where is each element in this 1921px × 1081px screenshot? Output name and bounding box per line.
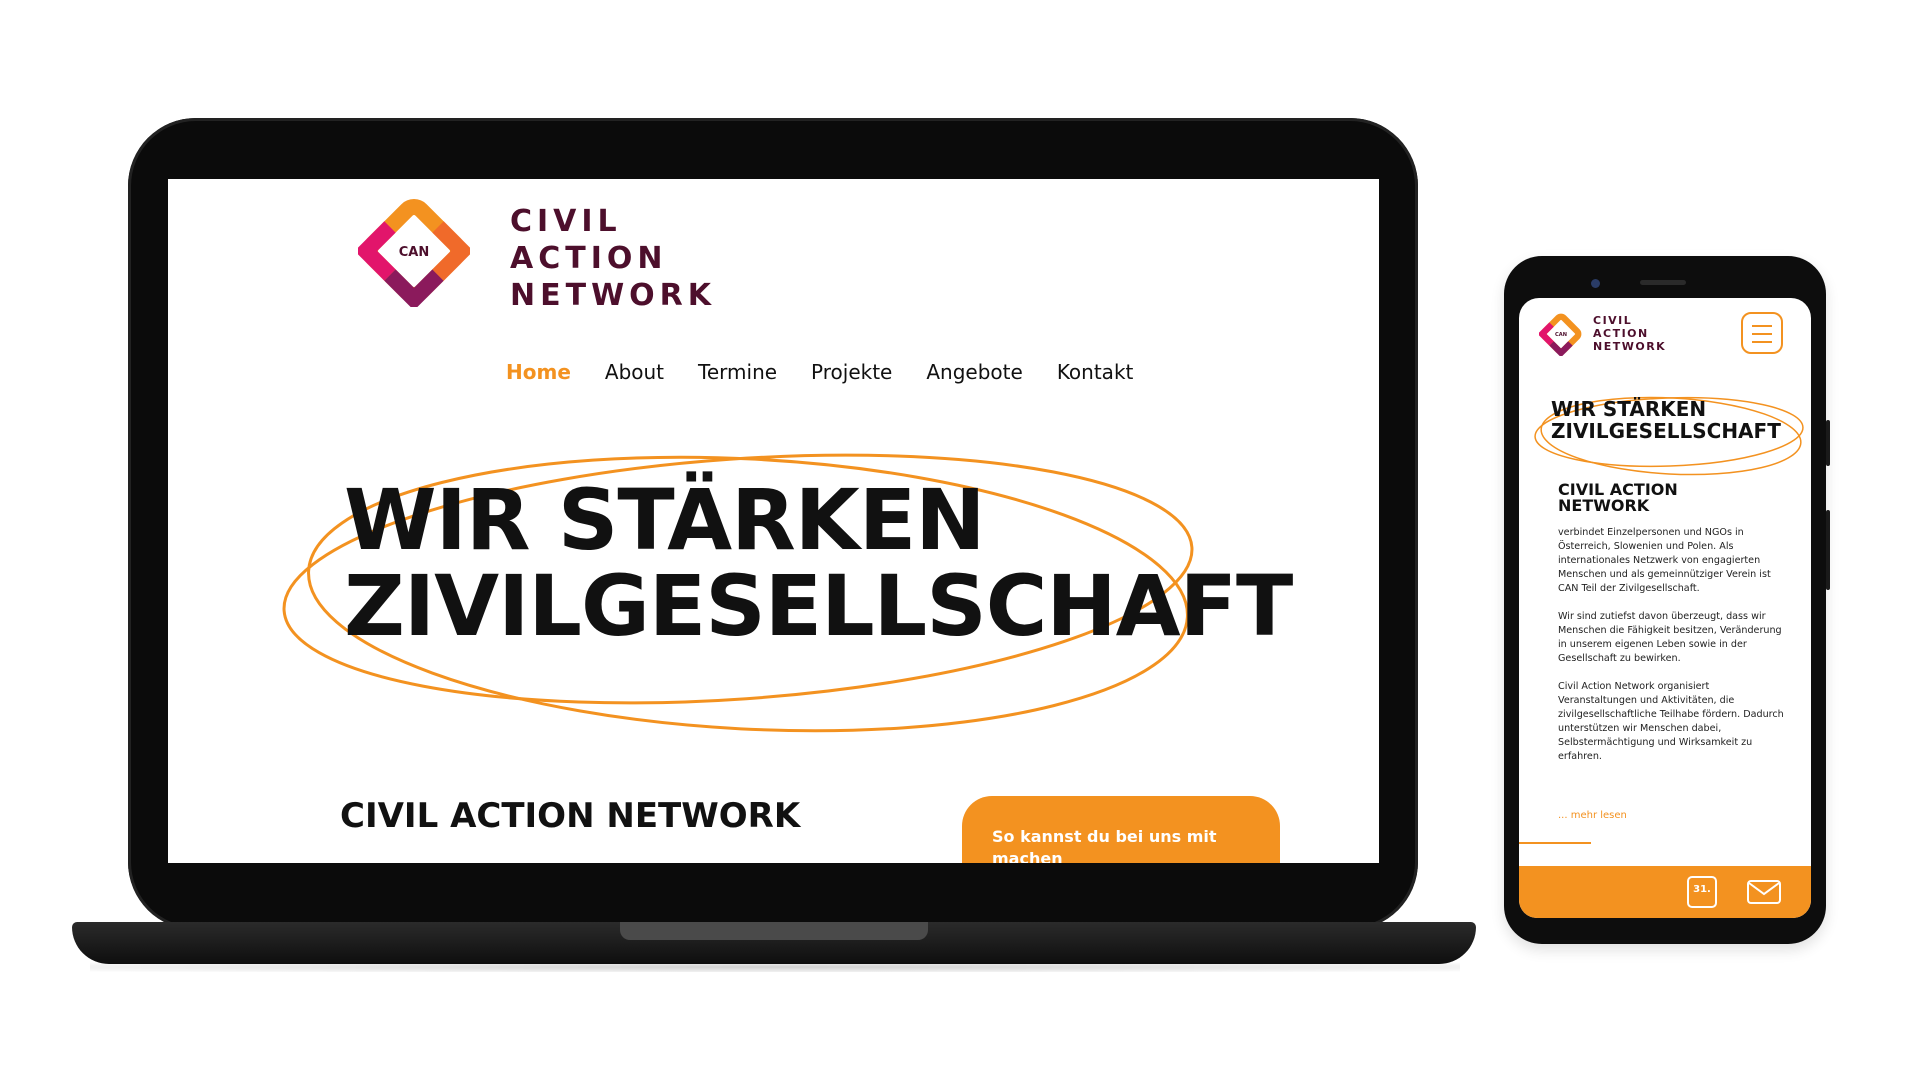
laptop-shadow: [90, 962, 1460, 972]
intro-paragraph: verbindet Einzelpersonen und NGOs in Öst…: [1558, 527, 1771, 594]
intro-text: verbindet Einzelpersonen und NGOs in Öst…: [1558, 526, 1784, 778]
section-divider: [1519, 842, 1591, 844]
section-title: CIVIL ACTION NETWORK: [340, 796, 801, 836]
phone-speaker: [1640, 280, 1686, 285]
brand-name[interactable]: CIVIL ACTION NETWORK: [510, 203, 716, 314]
hero-line-1: WIR STÄRKEN: [344, 471, 986, 569]
phone-volume-button: [1826, 510, 1830, 590]
mockup-stage: CAN CIVIL ACTION NETWORK Home About Term…: [0, 0, 1921, 1081]
intro-paragraph: Civil Action Network organisiert Veranst…: [1558, 681, 1784, 762]
laptop-hinge: [620, 922, 928, 940]
calendar-day: 31.: [1693, 884, 1711, 895]
hero-line-2: ZIVILGESELLSCHAFT: [344, 557, 1293, 655]
nav-item-termine[interactable]: Termine: [698, 360, 777, 384]
can-logo-icon[interactable]: CAN: [1539, 312, 1583, 356]
calendar-icon[interactable]: 31.: [1687, 876, 1717, 908]
section-title-line-2: NETWORK: [1558, 496, 1650, 515]
brand-line-1: CIVIL: [510, 204, 622, 239]
nav-item-kontakt[interactable]: Kontakt: [1057, 360, 1134, 384]
nav-item-projekte[interactable]: Projekte: [811, 360, 892, 384]
section-title: CIVIL ACTION NETWORK: [1558, 482, 1678, 514]
hero-heading: WIR STÄRKEN ZIVILGESELLSCHAFT: [344, 471, 1293, 655]
brand-line-1: CIVIL: [1593, 314, 1633, 327]
brand-line-2: ACTION: [510, 241, 668, 276]
phone-camera: [1591, 279, 1600, 288]
menu-icon[interactable]: [1741, 312, 1783, 354]
hero-heading: WIR STÄRKEN ZIVILGESELLSCHAFT: [1551, 398, 1781, 442]
brand-name[interactable]: CIVIL ACTION NETWORK: [1593, 314, 1666, 353]
logo-text: CAN: [1555, 332, 1567, 338]
logo-text: CAN: [399, 245, 429, 260]
read-more-link[interactable]: ... mehr lesen: [1558, 810, 1627, 821]
brand-line-2: ACTION: [1593, 327, 1649, 340]
phone-side-button: [1826, 420, 1830, 466]
main-nav: Home About Termine Projekte Angebote Kon…: [506, 360, 1167, 384]
can-logo-icon[interactable]: CAN: [358, 195, 470, 307]
bottom-bar: 31.: [1519, 866, 1811, 918]
phone-screen: CAN CIVIL ACTION NETWORK WIR STÄRKEN ZIV…: [1519, 298, 1811, 918]
hero-line-2: ZIVILGESELLSCHAFT: [1551, 419, 1781, 443]
nav-item-angebote[interactable]: Angebote: [926, 360, 1022, 384]
laptop-screen: CAN CIVIL ACTION NETWORK Home About Term…: [168, 179, 1379, 863]
nav-item-about[interactable]: About: [605, 360, 664, 384]
brand-line-3: NETWORK: [510, 278, 717, 313]
cta-card[interactable]: So kannst du bei uns mit machen: [962, 796, 1280, 863]
hero-line-1: WIR STÄRKEN: [1551, 397, 1707, 421]
cta-text: So kannst du bei uns mit machen: [992, 827, 1217, 863]
intro-paragraph: Wir sind zutiefst davon überzeugt, dass …: [1558, 611, 1782, 664]
mail-icon[interactable]: [1747, 880, 1781, 904]
nav-item-home[interactable]: Home: [506, 360, 571, 384]
brand-line-3: NETWORK: [1593, 340, 1667, 353]
